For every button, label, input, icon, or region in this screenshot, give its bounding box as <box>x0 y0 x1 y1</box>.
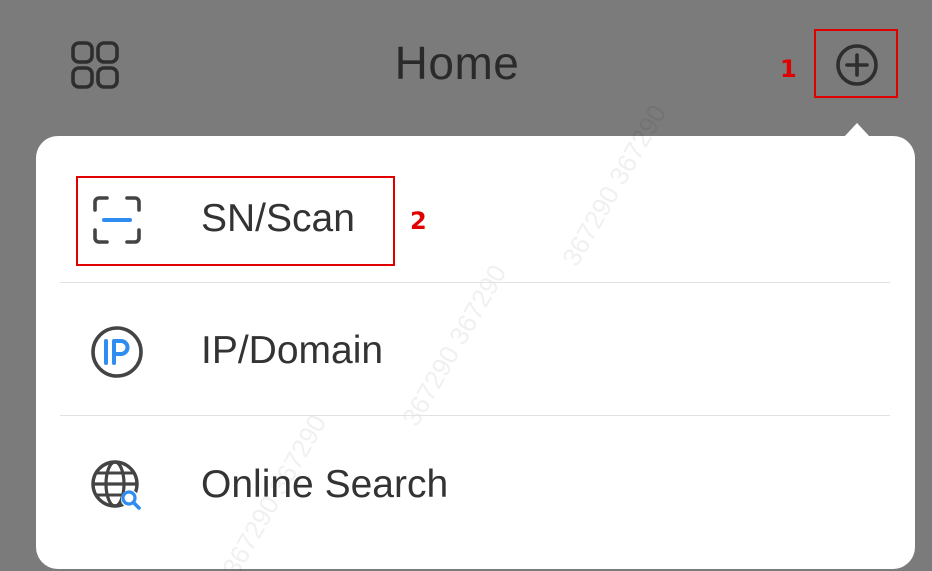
step-1-annotation: 1 <box>780 55 797 83</box>
plus-circle-icon <box>836 44 878 86</box>
divider <box>60 415 890 416</box>
menu-item-online-search[interactable]: Online Search <box>36 418 915 551</box>
step-2-annotation: 2 <box>410 207 427 235</box>
menu-item-label: IP/Domain <box>201 329 384 372</box>
page-title: Home <box>394 37 520 89</box>
top-bar: Home 1 <box>0 0 932 128</box>
menu-pointer <box>844 123 870 137</box>
globe-search-icon <box>91 460 141 510</box>
menu-item-sn-scan[interactable]: SN/Scan <box>36 152 915 285</box>
menu-item-label: Online Search <box>201 463 449 506</box>
add-device-button[interactable] <box>814 29 898 98</box>
highlight-box <box>76 176 395 266</box>
menu-item-ip-domain[interactable]: IP/Domain <box>36 284 915 417</box>
add-device-menu: 367290 367290 367290 367290 367290 36729… <box>36 99 915 571</box>
divider <box>60 282 890 283</box>
ip-icon <box>91 326 143 378</box>
